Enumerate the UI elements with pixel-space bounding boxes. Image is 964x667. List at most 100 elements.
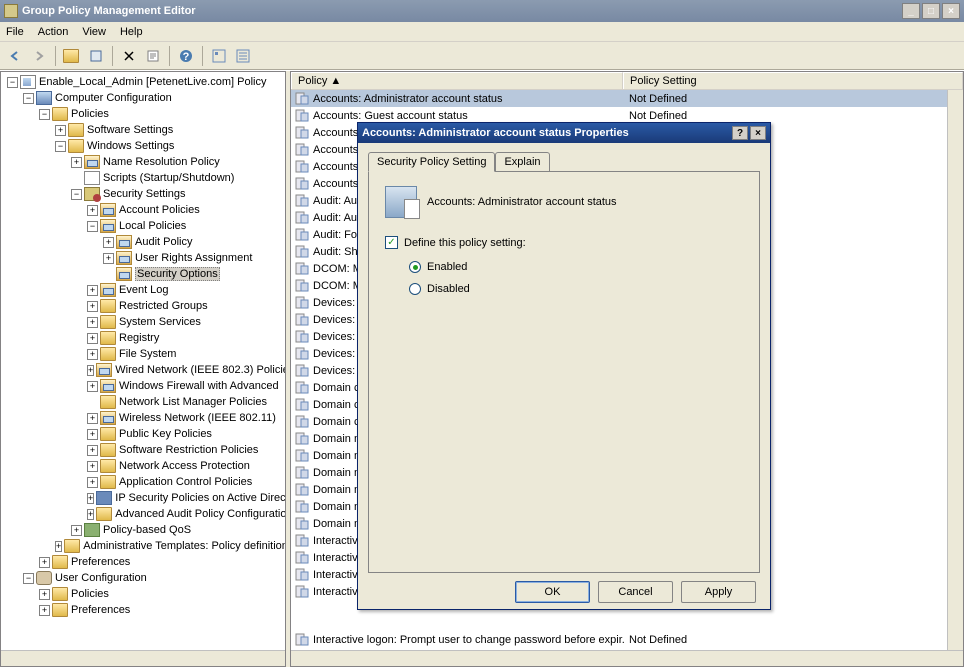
tree-netlist[interactable]: Network List Manager Policies [3,394,283,410]
define-checkbox[interactable]: ✓ [385,236,398,249]
maximize-button[interactable]: □ [922,3,940,19]
tree-computer_config[interactable]: −Computer Configuration [3,90,283,106]
tree-nap[interactable]: +Network Access Protection [3,458,283,474]
tree-app_control[interactable]: +Application Control Policies [3,474,283,490]
expand-icon[interactable]: + [87,413,98,424]
tree-u_policies[interactable]: +Policies [3,586,283,602]
menu-action[interactable]: Action [38,26,69,38]
forward-button[interactable] [28,45,50,67]
list-vscroll[interactable] [947,90,963,650]
dialog-close-button[interactable]: × [750,126,766,140]
expand-icon[interactable]: + [87,285,98,296]
expand-icon[interactable]: + [87,493,94,504]
apply-button[interactable]: Apply [681,581,756,603]
ok-button[interactable]: OK [515,581,590,603]
tree-security_options[interactable]: Security Options [3,266,283,282]
properties-button[interactable] [142,45,164,67]
tree-account_policies[interactable]: +Account Policies [3,202,283,218]
view2-button[interactable] [232,45,254,67]
list-hscroll[interactable] [291,650,963,666]
expand-icon[interactable]: + [39,557,50,568]
expand-icon[interactable]: + [87,477,98,488]
tree-software_settings[interactable]: +Software Settings [3,122,283,138]
tree-file_system[interactable]: +File System [3,346,283,362]
expand-icon[interactable]: + [87,445,98,456]
tree-adv_audit[interactable]: +Advanced Audit Policy Configuration [3,506,283,522]
expand-icon[interactable]: − [55,141,66,152]
tree-restricted_groups[interactable]: +Restricted Groups [3,298,283,314]
menu-help[interactable]: Help [120,26,143,38]
tree-name_resolution[interactable]: +Name Resolution Policy [3,154,283,170]
tree-qos[interactable]: +Policy-based QoS [3,522,283,538]
tree-system_services[interactable]: +System Services [3,314,283,330]
expand-icon[interactable]: − [23,93,34,104]
tree-registry[interactable]: +Registry [3,330,283,346]
list-row[interactable]: Interactive logon: Prompt user to change… [291,631,947,648]
expand-icon[interactable]: + [103,253,114,264]
back-button[interactable] [4,45,26,67]
list-row[interactable]: Accounts: Administrator account statusNo… [291,90,963,107]
expand-icon[interactable]: − [71,189,82,200]
dialog-help-button[interactable]: ? [732,126,748,140]
tree-pubkey[interactable]: +Public Key Policies [3,426,283,442]
expand-icon[interactable]: + [87,509,94,520]
help-button[interactable]: ? [175,45,197,67]
options-button[interactable] [85,45,107,67]
expand-icon[interactable]: + [87,349,98,360]
expand-icon[interactable]: − [39,109,50,120]
tree-user_config[interactable]: −User Configuration [3,570,283,586]
col-policy[interactable]: Policy ▲ [291,72,623,89]
expand-icon[interactable]: + [87,333,98,344]
expand-icon[interactable]: + [87,365,94,376]
tree-local_policies[interactable]: −Local Policies [3,218,283,234]
view1-button[interactable] [208,45,230,67]
tree-user_rights[interactable]: +User Rights Assignment [3,250,283,266]
radio-enabled[interactable] [409,261,421,273]
menu-view[interactable]: View [82,26,106,38]
tree-u_preferences[interactable]: +Preferences [3,602,283,618]
tree-event_log[interactable]: +Event Log [3,282,283,298]
expand-icon[interactable]: + [87,301,98,312]
col-setting[interactable]: Policy Setting [623,72,963,89]
tree-policies[interactable]: −Policies [3,106,283,122]
cancel-button[interactable]: Cancel [598,581,673,603]
expand-icon[interactable]: + [55,541,62,552]
tree-admin_templates[interactable]: +Administrative Templates: Policy defini… [3,538,283,554]
expand-icon[interactable]: + [55,125,66,136]
dialog-titlebar[interactable]: Accounts: Administrator account status P… [358,123,770,143]
tree-wired[interactable]: +Wired Network (IEEE 802.3) Policies [3,362,283,378]
expand-icon[interactable]: + [87,381,98,392]
minimize-button[interactable]: _ [902,3,920,19]
expand-icon[interactable]: + [39,589,50,600]
tree-hscroll[interactable] [1,650,285,666]
tree-ipsec[interactable]: +IP Security Policies on Active Director… [3,490,283,506]
tree-audit_policy[interactable]: +Audit Policy [3,234,283,250]
menu-file[interactable]: File [6,26,24,38]
tree-software_restrict[interactable]: +Software Restriction Policies [3,442,283,458]
expand-icon[interactable]: + [39,605,50,616]
expand-icon[interactable]: − [23,573,34,584]
tree-wireless[interactable]: +Wireless Network (IEEE 802.11) [3,410,283,426]
expand-icon[interactable]: + [87,429,98,440]
expand-icon[interactable]: + [87,461,98,472]
close-button[interactable]: × [942,3,960,19]
tree-windows_settings[interactable]: −Windows Settings [3,138,283,154]
expand-icon[interactable]: + [87,205,98,216]
tree-security_settings[interactable]: −Security Settings [3,186,283,202]
tree-preferences[interactable]: +Preferences [3,554,283,570]
expand-icon[interactable]: − [7,77,18,88]
expand-icon[interactable]: − [87,221,98,232]
tree-firewall[interactable]: +Windows Firewall with Advanced [3,378,283,394]
tree-root[interactable]: −Enable_Local_Admin [PetenetLive.com] Po… [3,74,283,90]
expand-icon[interactable]: + [87,317,98,328]
tab-explain[interactable]: Explain [495,152,549,172]
up-button[interactable] [61,45,83,67]
expand-icon[interactable]: + [103,237,114,248]
delete-button[interactable] [118,45,140,67]
expand-icon[interactable]: + [71,157,82,168]
radio-disabled[interactable] [409,283,421,295]
tree-scripts[interactable]: Scripts (Startup/Shutdown) [3,170,283,186]
expand-icon[interactable]: + [71,525,82,536]
tree-pane[interactable]: −Enable_Local_Admin [PetenetLive.com] Po… [0,71,286,667]
tab-security-policy[interactable]: Security Policy Setting [368,152,495,172]
